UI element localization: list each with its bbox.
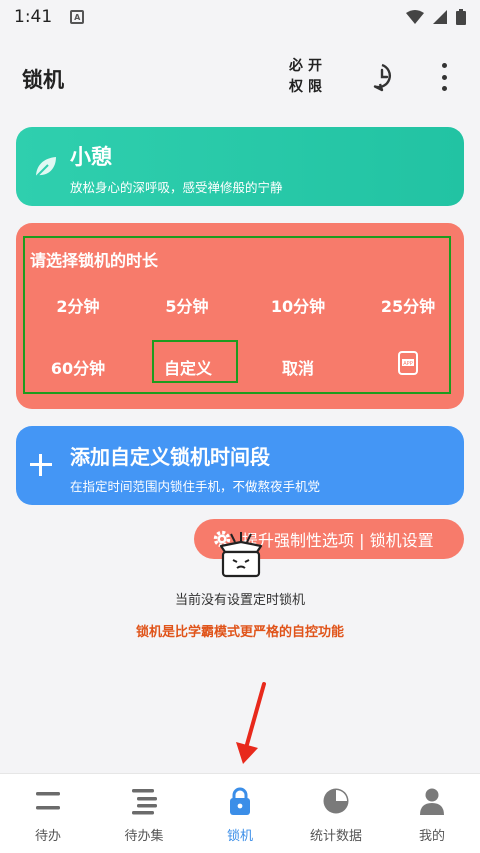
lock-duration-card: 请选择锁机的时长 2分钟 5分钟 10分钟 25分钟 60分钟 自定义 取消 A…	[16, 223, 464, 409]
add-custom-period-card[interactable]: 添加自定义锁机时间段 在指定时间范围内锁住手机，不做熬夜手机党	[16, 426, 464, 505]
nav-label: 待办集	[124, 829, 164, 844]
add-title: 添加自定义锁机时间段	[70, 445, 270, 469]
status-time: 1:41	[14, 7, 53, 27]
lock-option-25min[interactable]: 25分钟	[362, 293, 454, 317]
empty-state-warning: 锁机是比学霸模式更严格的自控功能	[135, 625, 344, 640]
nav-item-todo-set[interactable]: 待办集	[96, 774, 192, 853]
nav-label: 待办	[34, 829, 61, 844]
more-vert-icon[interactable]	[434, 60, 454, 94]
plus-icon	[30, 454, 52, 476]
pie-chart-icon	[323, 788, 349, 814]
lock-option-5min[interactable]: 5分钟	[141, 293, 233, 317]
rest-subtitle: 放松身心的深呼吸，感受禅修般的宁静	[70, 180, 283, 195]
lock-icon	[230, 787, 250, 815]
nav-label: 我的	[418, 829, 445, 844]
nav-item-todo[interactable]: 待办	[0, 774, 96, 853]
pointer-arrow-icon	[236, 682, 266, 764]
rest-title: 小憩	[70, 145, 112, 169]
nav-item-me[interactable]: 我的	[384, 774, 480, 853]
bottom-nav: 待办 待办集 锁机 统计数据 我的	[0, 773, 480, 853]
nav-label: 统计数据	[309, 829, 362, 844]
add-subtitle: 在指定时间范围内锁住手机，不做熬夜手机党	[70, 479, 321, 494]
app-bar: 锁机 必开权限	[0, 48, 480, 108]
nav-item-stats[interactable]: 统计数据	[288, 774, 384, 853]
box-mascot-icon	[219, 532, 263, 578]
lock-title: 请选择锁机的时长	[30, 251, 159, 270]
todo-icon	[36, 792, 60, 810]
notification-icon: A	[70, 10, 85, 24]
nav-label: 锁机	[226, 829, 253, 844]
person-icon	[420, 788, 444, 815]
lock-option-60min[interactable]: 60分钟	[32, 355, 124, 379]
permission-button[interactable]: 必开权限	[286, 56, 330, 98]
wifi-icon	[406, 10, 424, 24]
nav-item-lock[interactable]: 锁机	[192, 774, 288, 853]
leaf-icon	[35, 157, 56, 178]
status-icons	[406, 9, 466, 25]
rest-card[interactable]: 小憩 放松身心的深呼吸，感受禅修般的宁静	[16, 127, 464, 206]
app-icon-label: APP	[403, 361, 412, 367]
lock-option-10min[interactable]: 10分钟	[252, 293, 344, 317]
history-icon[interactable]	[367, 62, 397, 92]
todo-set-icon	[132, 789, 157, 815]
lock-option-cancel[interactable]: 取消	[252, 355, 344, 379]
empty-state-message: 当前没有设置定时锁机	[174, 593, 305, 608]
battery-icon	[456, 9, 466, 25]
status-bar: 1:41 A	[0, 0, 480, 34]
signal-icon	[433, 10, 447, 24]
lock-option-custom[interactable]: 自定义	[142, 355, 234, 379]
lock-option-2min[interactable]: 2分钟	[32, 293, 124, 317]
page-title: 锁机	[22, 68, 64, 92]
settings-pill-label: 提升强制性选项 | 锁机设置	[242, 531, 434, 550]
app-whitelist-icon[interactable]: APP	[398, 351, 418, 375]
